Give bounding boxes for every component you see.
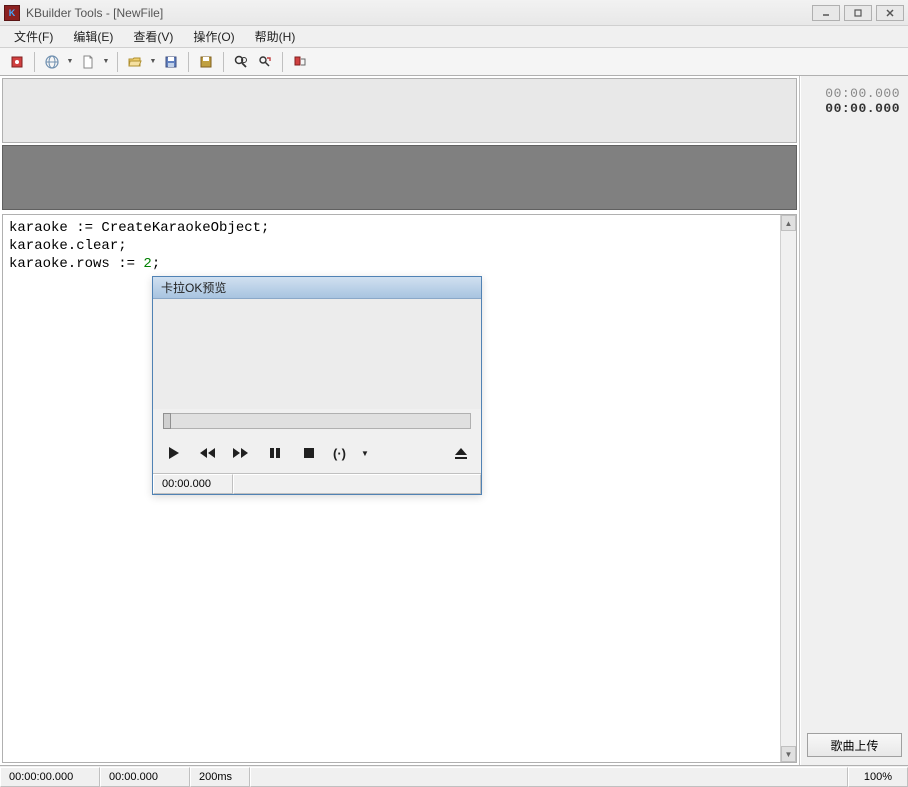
code-line: karaoke := CreateKaraokeObject; — [9, 220, 269, 236]
toolbar: ▼ ▼ ▼ — [0, 48, 908, 76]
upload-button[interactable]: 歌曲上传 — [807, 733, 902, 757]
separator — [223, 52, 224, 72]
time-display: 00:00.000 00:00.000 — [807, 82, 902, 116]
separator — [188, 52, 189, 72]
vertical-scrollbar[interactable]: ▲ ▼ — [780, 215, 796, 762]
preview-controls: (·) ▼ — [153, 437, 481, 473]
globe-dropdown[interactable]: ▼ — [65, 58, 75, 65]
menu-help[interactable]: 帮助(H) — [245, 26, 306, 47]
new-file-dropdown[interactable]: ▼ — [101, 58, 111, 65]
time-1: 00:00.000 — [807, 86, 900, 101]
eject-button[interactable] — [451, 443, 471, 463]
scroll-up-arrow[interactable]: ▲ — [781, 215, 796, 231]
record-button[interactable] — [6, 51, 28, 73]
separator — [117, 52, 118, 72]
marker-button[interactable] — [289, 51, 311, 73]
menu-view[interactable]: 查看(V) — [123, 26, 183, 47]
globe-button[interactable] — [41, 51, 63, 73]
pause-button[interactable] — [265, 443, 285, 463]
open-dropdown[interactable]: ▼ — [148, 58, 158, 65]
status-zoom: 100% — [848, 767, 908, 787]
preview-time: 00:00.000 — [153, 474, 233, 494]
scroll-down-arrow[interactable]: ▼ — [781, 746, 796, 762]
maximize-button[interactable] — [844, 5, 872, 21]
waveform-area[interactable] — [2, 78, 797, 143]
slider-thumb[interactable] — [163, 413, 171, 429]
replace-button[interactable] — [254, 51, 276, 73]
window-title: KBuilder Tools - [NewFile] — [26, 6, 163, 20]
menubar: 文件(F) 编辑(E) 查看(V) 操作(O) 帮助(H) — [0, 26, 908, 48]
menu-action[interactable]: 操作(O) — [183, 26, 244, 47]
status-spacer — [250, 767, 848, 787]
code-line: karaoke.rows := — [9, 256, 143, 272]
app-icon: K — [4, 5, 20, 21]
separator — [282, 52, 283, 72]
code-content[interactable]: karaoke := CreateKaraokeObject; karaoke.… — [3, 215, 796, 277]
code-punct: ; — [152, 256, 160, 272]
repeat-button[interactable]: (·) — [333, 443, 346, 463]
preview-titlebar[interactable]: 卡拉OK预览 — [153, 277, 481, 299]
right-panel: 00:00.000 00:00.000 歌曲上传 — [800, 76, 908, 765]
preview-statusbar: 00:00.000 — [153, 473, 481, 494]
status-time-short: 00:00.000 — [100, 767, 190, 787]
status-interval: 200ms — [190, 767, 250, 787]
menu-file[interactable]: 文件(F) — [4, 26, 63, 47]
window-controls — [812, 5, 904, 21]
preview-status-fill — [233, 474, 481, 494]
save-all-button[interactable] — [195, 51, 217, 73]
time-2: 00:00.000 — [807, 101, 900, 116]
code-line: karaoke.clear; — [9, 238, 127, 254]
open-button[interactable] — [124, 51, 146, 73]
code-number: 2 — [143, 256, 151, 272]
statusbar: 00:00:00.000 00:00.000 200ms 100% — [0, 765, 908, 787]
preview-window[interactable]: 卡拉OK预览 (·) ▼ 00:00.000 — [152, 276, 482, 495]
find-button[interactable] — [230, 51, 252, 73]
close-button[interactable] — [876, 5, 904, 21]
timeline-area[interactable] — [2, 145, 797, 210]
repeat-dropdown[interactable]: ▼ — [360, 443, 370, 463]
save-button[interactable] — [160, 51, 182, 73]
minimize-button[interactable] — [812, 5, 840, 21]
rewind-button[interactable] — [197, 443, 217, 463]
new-file-button[interactable] — [77, 51, 99, 73]
menu-edit[interactable]: 编辑(E) — [63, 26, 123, 47]
preview-title-text: 卡拉OK预览 — [161, 279, 226, 296]
fast-forward-button[interactable] — [231, 443, 251, 463]
titlebar: K KBuilder Tools - [NewFile] — [0, 0, 908, 26]
play-button[interactable] — [163, 443, 183, 463]
preview-progress-slider[interactable] — [163, 413, 471, 429]
stop-button[interactable] — [299, 443, 319, 463]
separator — [34, 52, 35, 72]
status-time-full: 00:00:00.000 — [0, 767, 100, 787]
preview-display-area — [153, 299, 481, 409]
